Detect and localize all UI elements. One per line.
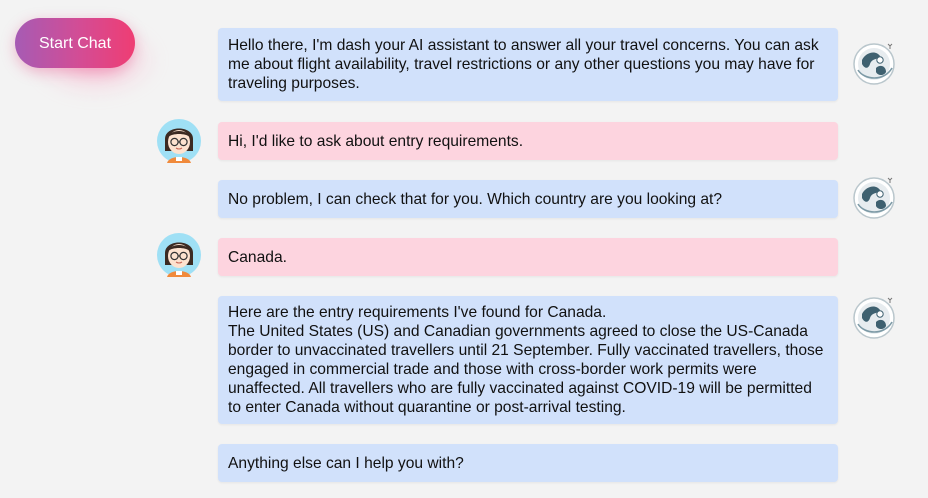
chat-window: Start Chat Hello there, I'm dash your AI… <box>0 0 928 498</box>
bot-message-text: No problem, I can check that for you. Wh… <box>228 190 723 208</box>
user-message: Hi, I'd like to ask about entry requirem… <box>218 122 838 160</box>
girl-with-glasses-icon <box>157 233 201 277</box>
globe-astronaut-icon <box>853 177 895 219</box>
user-message-text: Hi, I'd like to ask about entry requirem… <box>228 132 524 150</box>
user-message: Canada. <box>218 238 838 276</box>
bot-message-text: Here are the entry requirements I've fou… <box>228 304 824 416</box>
start-chat-button[interactable]: Start Chat <box>15 18 135 68</box>
bot-message-text: Hello there, I'm dash your AI assistant … <box>228 37 823 92</box>
bot-message: Anything else can I help you with? <box>218 444 838 482</box>
bot-message: No problem, I can check that for you. Wh… <box>218 180 838 218</box>
globe-astronaut-icon <box>853 43 895 85</box>
bot-message: Hello there, I'm dash your AI assistant … <box>218 28 838 101</box>
user-avatar <box>155 117 203 165</box>
bot-avatar <box>850 38 898 86</box>
bot-message: Here are the entry requirements I've fou… <box>218 296 838 424</box>
user-message-text: Canada. <box>228 248 287 266</box>
girl-with-glasses-icon <box>157 119 201 163</box>
bot-message-text: Anything else can I help you with? <box>228 454 464 472</box>
globe-astronaut-icon <box>853 297 895 339</box>
bot-avatar <box>850 172 898 220</box>
bot-avatar <box>850 292 898 340</box>
user-avatar <box>155 231 203 279</box>
